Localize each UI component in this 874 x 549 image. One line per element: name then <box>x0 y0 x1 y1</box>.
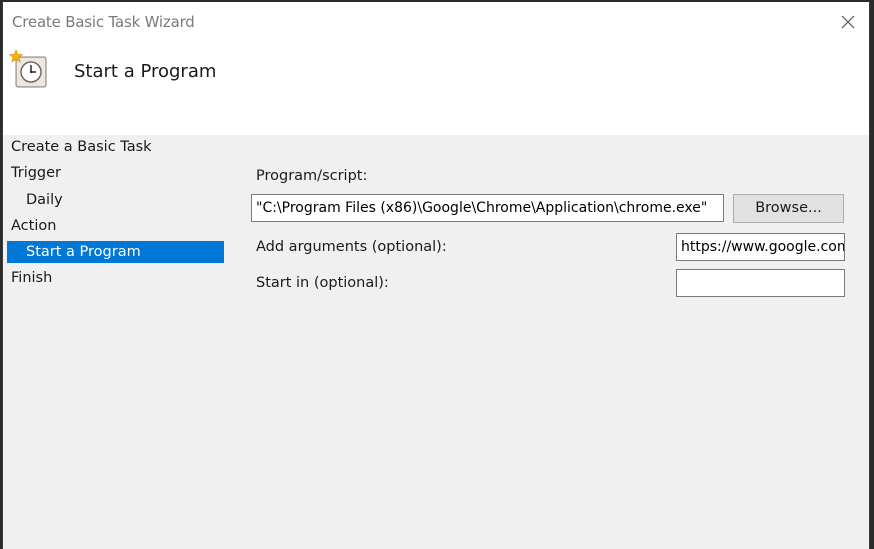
nav-item-action[interactable]: Action <box>11 215 56 237</box>
start-in-input[interactable] <box>676 269 845 297</box>
add-arguments-input[interactable]: https://www.google.com/ <box>676 233 845 261</box>
program-script-input[interactable]: "C:\Program Files (x86)\Google\Chrome\Ap… <box>251 194 724 222</box>
task-scheduler-clock-icon <box>8 49 49 89</box>
page-title: Start a Program <box>74 61 217 82</box>
wizard-steps-nav: Create a Basic Task Trigger Daily Action… <box>3 135 228 549</box>
wizard-header: Start a Program <box>3 42 869 135</box>
wizard-body: Create a Basic Task Trigger Daily Action… <box>3 135 869 549</box>
nav-item-start-a-program[interactable]: Start a Program <box>7 241 224 263</box>
program-script-label: Program/script: <box>256 168 368 184</box>
close-button[interactable] <box>831 6 865 38</box>
nav-item-create-basic-task[interactable]: Create a Basic Task <box>11 136 152 158</box>
nav-item-daily[interactable]: Daily <box>26 189 63 211</box>
add-arguments-label: Add arguments (optional): <box>256 239 447 255</box>
window-title: Create Basic Task Wizard <box>12 13 195 31</box>
nav-item-label: Start a Program <box>26 244 141 260</box>
nav-item-trigger[interactable]: Trigger <box>11 162 61 184</box>
title-bar: Create Basic Task Wizard <box>3 2 869 42</box>
browse-button[interactable]: Browse... <box>733 194 844 223</box>
nav-item-finish[interactable]: Finish <box>11 267 52 289</box>
close-icon <box>841 15 855 29</box>
wizard-window: Create Basic Task Wizard Start a Program… <box>2 2 870 549</box>
start-in-label: Start in (optional): <box>256 275 389 291</box>
